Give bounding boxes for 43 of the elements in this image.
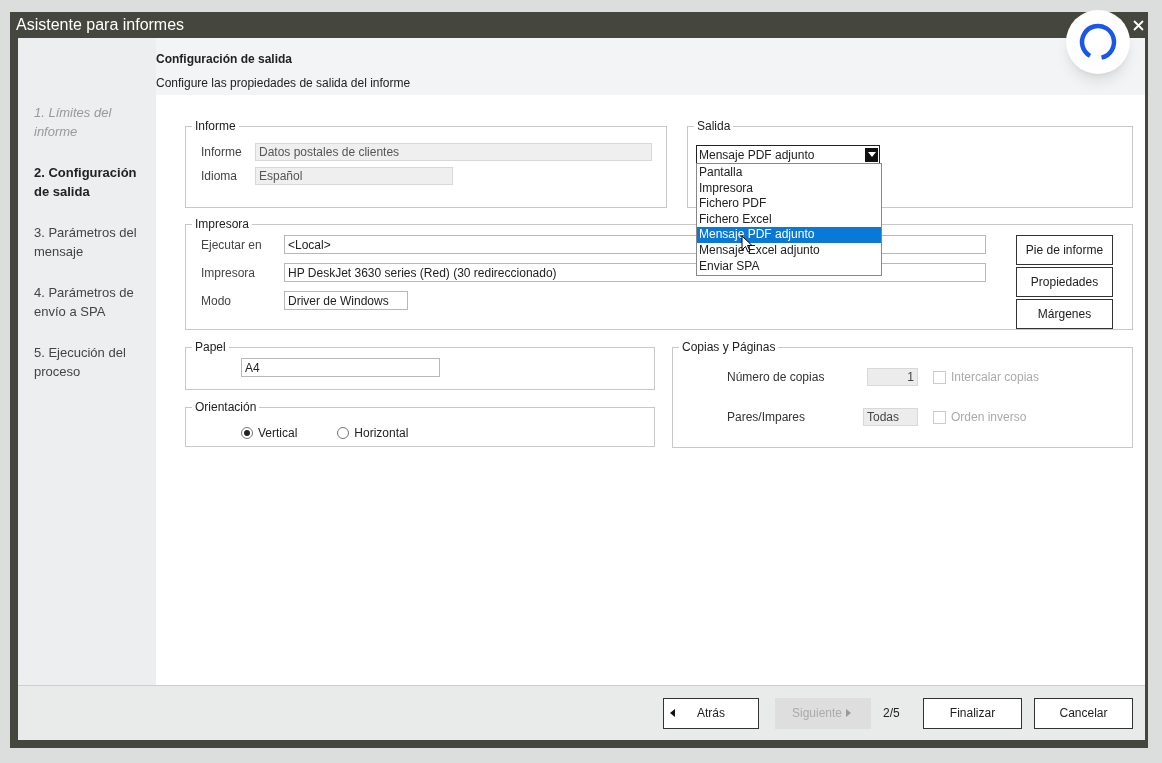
group-title: Salida xyxy=(696,118,732,135)
field-label: Número de copias xyxy=(727,369,826,386)
group-title: Informe xyxy=(194,118,237,135)
field-label: Impresora xyxy=(201,264,257,282)
text-field[interactable]: Todas xyxy=(863,408,918,426)
radio-option[interactable]: Vertical xyxy=(241,424,298,442)
group-title: Papel xyxy=(194,339,227,356)
dropdown-option[interactable]: Fichero Excel xyxy=(697,211,881,228)
text-field[interactable]: Datos postales de clientes xyxy=(255,143,652,161)
field-label: Modo xyxy=(201,292,233,310)
printer-option-button[interactable]: Márgenes xyxy=(1016,299,1113,329)
printer-option-button[interactable]: Pie de informe xyxy=(1016,235,1113,265)
paper-field[interactable]: A4 xyxy=(241,358,440,377)
dropdown-option[interactable]: Fichero PDF xyxy=(697,196,881,212)
close-button[interactable] xyxy=(1132,19,1144,31)
field-label: Ejecutar en xyxy=(201,236,263,254)
text-field[interactable]: 1 xyxy=(867,368,918,386)
field-label: Informe xyxy=(201,144,243,161)
page-counter: 2/5 xyxy=(883,705,901,722)
page-subtitle: Configure las propiedades de salida del informe xyxy=(156,75,412,92)
dropdown-option[interactable]: Mensaje PDF adjunto xyxy=(697,227,881,243)
wizard-step[interactable]: 3. Parámetros del mensaje xyxy=(34,223,152,261)
page-title: Configuración de salida xyxy=(156,51,294,68)
finish-button[interactable]: Finalizar xyxy=(923,697,1022,729)
text-field[interactable]: Español xyxy=(255,167,453,185)
dropdown-option[interactable]: Pantalla xyxy=(697,165,881,181)
text-field[interactable]: Driver de Windows xyxy=(284,291,408,310)
radio-option[interactable]: Horizontal xyxy=(337,424,409,442)
left-arrow-icon xyxy=(670,709,675,717)
window-title: Asistente para informes xyxy=(16,15,185,35)
group-title: Orientación xyxy=(194,399,258,416)
field-label: Pares/Impares xyxy=(727,409,807,426)
field-label: Idioma xyxy=(201,168,239,185)
group-title: Impresora xyxy=(194,216,251,233)
wizard-step[interactable]: 2. Configuración de salida xyxy=(34,163,152,201)
printer-option-button[interactable]: Propiedades xyxy=(1016,267,1113,297)
wizard-step[interactable]: 5. Ejecución del proceso xyxy=(34,343,152,381)
group-title: Copias y Páginas xyxy=(681,339,777,356)
cancel-button[interactable]: Cancelar xyxy=(1034,697,1133,729)
dropdown-option[interactable]: Impresora xyxy=(697,180,881,197)
right-arrow-icon xyxy=(846,709,851,717)
wizard-step[interactable]: 4. Parámetros de envío a SPA xyxy=(34,283,152,321)
back-button[interactable]: Atrás xyxy=(663,697,759,729)
